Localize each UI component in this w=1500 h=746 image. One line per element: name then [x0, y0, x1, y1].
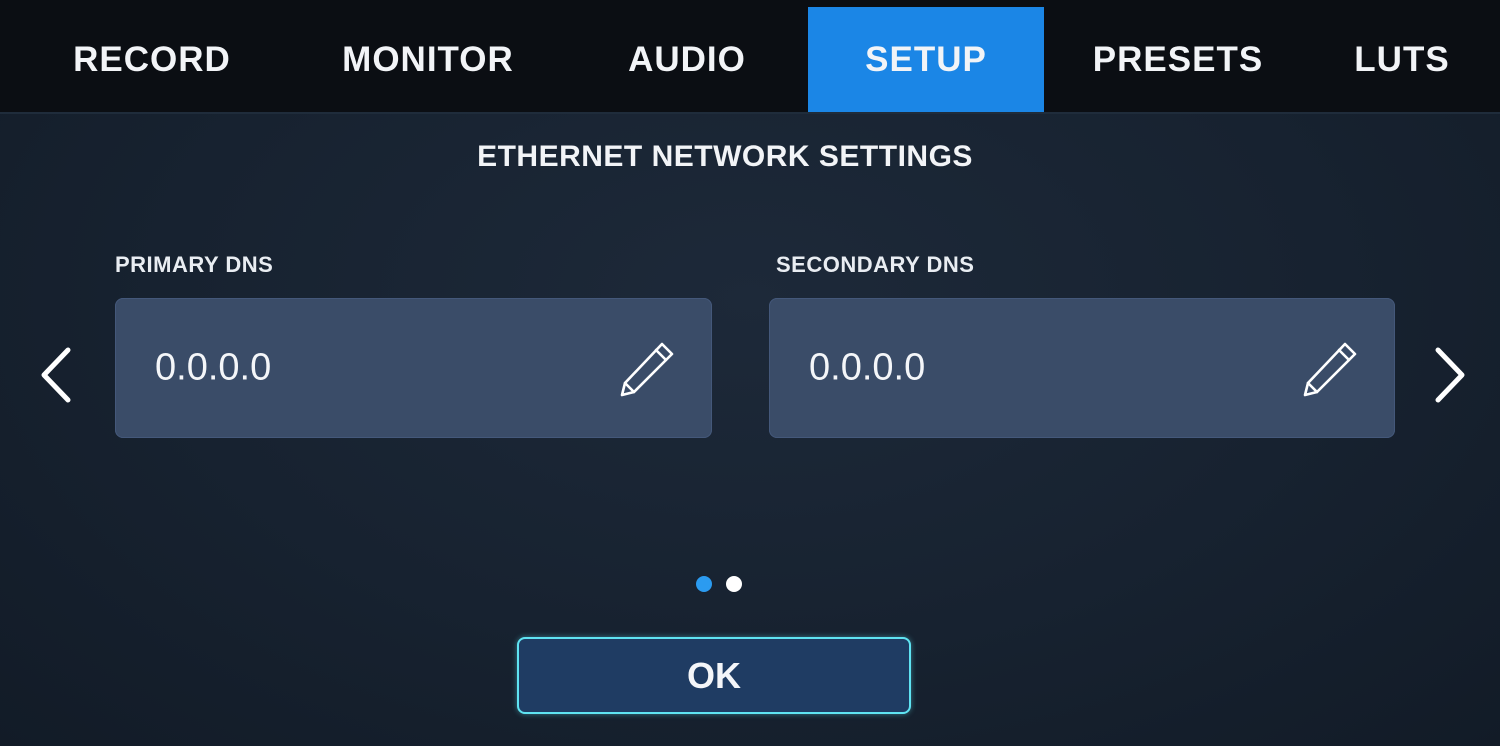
tab-setup[interactable]: SETUP — [808, 7, 1044, 112]
primary-dns-value: 0.0.0.0 — [155, 346, 272, 389]
tab-audio[interactable]: AUDIO — [582, 7, 792, 112]
primary-dns-label: PRIMARY DNS — [115, 252, 274, 277]
section-title: ETHERNET NETWORK SETTINGS — [477, 140, 973, 173]
page-dot-2[interactable] — [726, 576, 742, 592]
tab-bar: RECORD MONITOR AUDIO SETUP PRESETS LUTS — [0, 0, 1500, 114]
chevron-left-icon[interactable] — [38, 345, 74, 405]
secondary-dns-value: 0.0.0.0 — [809, 346, 926, 389]
page-dot-1[interactable] — [696, 576, 712, 592]
secondary-dns-field[interactable]: 0.0.0.0 — [769, 298, 1395, 438]
setup-screen: RECORD MONITOR AUDIO SETUP PRESETS LUTS … — [0, 0, 1500, 746]
pencil-icon[interactable] — [1301, 340, 1359, 398]
tab-luts[interactable]: LUTS — [1310, 7, 1494, 112]
secondary-dns-label: SECONDARY DNS — [776, 252, 975, 277]
ok-button[interactable]: OK — [517, 637, 911, 714]
pencil-icon[interactable] — [618, 340, 676, 398]
primary-dns-field[interactable]: 0.0.0.0 — [115, 298, 712, 438]
tab-monitor[interactable]: MONITOR — [300, 7, 556, 112]
tab-record[interactable]: RECORD — [30, 7, 274, 112]
tab-presets[interactable]: PRESETS — [1058, 7, 1298, 112]
page-indicator — [696, 576, 742, 592]
chevron-right-icon[interactable] — [1432, 345, 1468, 405]
